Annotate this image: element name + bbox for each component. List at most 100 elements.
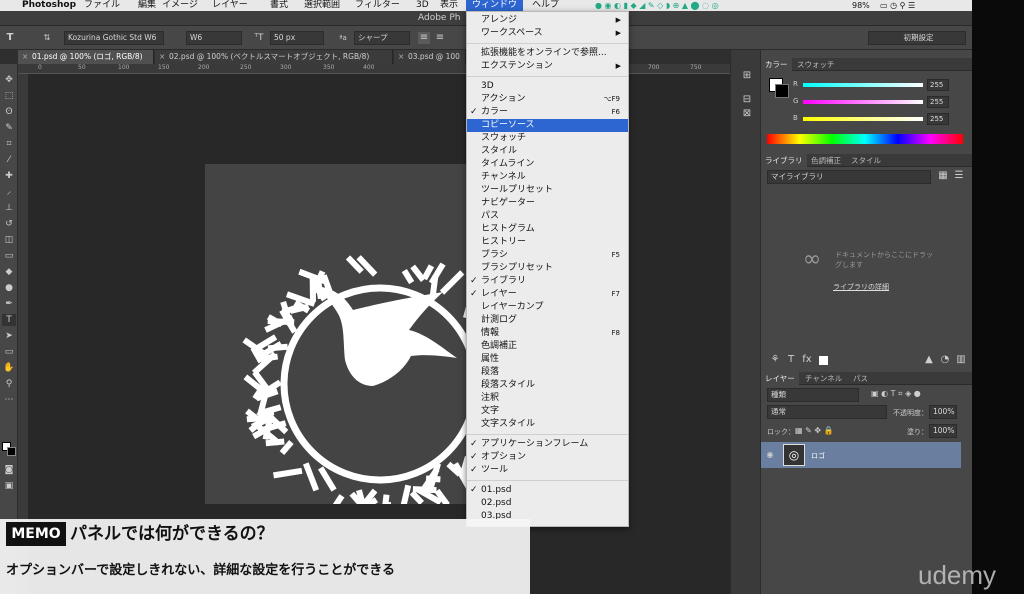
g-value[interactable]: 255 [927,96,949,108]
fill-value[interactable]: 100% [929,424,957,438]
screen-mode-icon[interactable]: ▣ [2,480,16,492]
tab-adjustments[interactable]: 色調補正 [807,154,845,167]
b-value[interactable]: 255 [927,113,949,125]
blur-tool-icon[interactable]: ◆ [2,266,16,278]
dodge-tool-icon[interactable]: ● [2,282,16,294]
background-color-swatch[interactable] [7,447,16,456]
window-menu-item[interactable]: 02.psd [467,497,628,510]
stamp-tool-icon[interactable]: ⊥ [2,202,16,214]
layer-filter-kind[interactable]: 種類 [767,388,859,402]
window-menu-item[interactable]: 注釈 [467,392,628,405]
tab-styles[interactable]: スタイル [847,154,885,167]
window-menu-item[interactable]: ✓ アプリケーションフレーム [467,438,628,451]
menu-app[interactable]: Photoshop [22,0,76,11]
window-menu-item[interactable]: チャンネル [467,171,628,184]
window-menu-item[interactable]: ヒストリー [467,236,628,249]
sync-icon[interactable]: ◔ [939,354,951,366]
rectangle-tool-icon[interactable]: ▭ [2,346,16,358]
close-icon[interactable]: × [159,50,165,64]
history-panel-icon[interactable]: ⊞ [740,70,754,82]
lock-icons[interactable]: ▦ ✎ ✥ 🔒 [795,425,851,437]
hand-tool-icon[interactable]: ✋ [2,362,16,374]
tab-layers[interactable]: レイヤー [761,372,799,385]
window-menu-item[interactable]: 色調補正 [467,340,628,353]
window-menu-item[interactable]: ✓ レイヤー F7 [467,288,628,301]
window-menu-item[interactable]: タイムライン [467,158,628,171]
color-bg-swatch[interactable] [775,84,789,98]
window-menu-item[interactable]: ✓ 01.psd [467,484,628,497]
menu-layer[interactable]: レイヤー [212,0,248,11]
tab-libraries[interactable]: ライブラリ [761,154,807,167]
tab-paths[interactable]: パス [849,372,872,385]
menu-view[interactable]: 表示 [440,0,458,11]
move-tool-icon[interactable]: ✥ [2,74,16,86]
window-menu-item[interactable]: ブラシ F5 [467,249,628,262]
window-menu-item[interactable]: パス [467,210,628,223]
r-slider[interactable] [803,83,923,87]
doc-tab-02[interactable]: × 02.psd @ 100% (ベクトルスマートオブジェクト, RGB/8) [155,50,393,64]
close-icon[interactable]: × [398,50,404,64]
menu-3d[interactable]: 3D [416,0,429,11]
window-menu-item[interactable]: スウォッチ [467,132,628,145]
library-details-link[interactable]: ライブラリの詳細 [833,282,889,292]
window-menu-item[interactable]: エクステンション ▶ [467,60,628,73]
path-select-tool-icon[interactable]: ➤ [2,330,16,342]
window-menu-item[interactable]: ナビゲーター [467,197,628,210]
menu-type[interactable]: 書式 [270,0,288,11]
menu-help[interactable]: ヘルプ [532,0,559,11]
window-menu-item[interactable]: 段落 [467,366,628,379]
doc-tab-03[interactable]: × 03.psd @ 100 [394,50,466,64]
layer-name[interactable]: ロゴ [811,451,825,461]
window-menu-item[interactable]: ワークスペース ▶ [467,27,628,40]
window-menu-item[interactable]: 文字スタイル [467,418,628,431]
font-family-select[interactable]: Kozurina Gothic Std W6 [64,31,164,45]
crop-tool-icon[interactable]: ⌗ [2,138,16,150]
window-menu-item[interactable]: ✓ カラー F6 [467,106,628,119]
color-spectrum[interactable] [767,134,963,144]
add-fx-icon[interactable]: fx [801,354,813,366]
tab-channels[interactable]: チャンネル [801,372,846,385]
window-menu-item[interactable]: ツールプリセット [467,184,628,197]
properties-panel-icon[interactable]: ⊟ [740,94,754,106]
window-menu-item[interactable]: ✓ オプション [467,451,628,464]
window-menu-item[interactable]: レイヤーカンプ [467,301,628,314]
font-style-select[interactable]: W6 [186,31,242,45]
window-menu-item[interactable]: スタイル [467,145,628,158]
add-color-icon[interactable] [819,356,828,365]
menu-select[interactable]: 選択範囲 [304,0,340,11]
lasso-tool-icon[interactable]: ʘ [2,106,16,118]
window-menu-item[interactable]: 文字 [467,405,628,418]
blend-mode-select[interactable]: 通常 [767,405,887,419]
history-brush-tool-icon[interactable]: ↺ [2,218,16,230]
window-menu-item[interactable]: アレンジ ▶ [467,14,628,27]
menu-image[interactable]: イメージ [162,0,198,11]
brush-tool-icon[interactable]: ⸝ [2,186,16,198]
toggle-orientation-icon[interactable]: ⇅ [40,32,54,44]
window-menu-item[interactable]: ✓ ライブラリ [467,275,628,288]
type-tool-icon[interactable]: T [4,32,16,44]
list-view-icon[interactable]: ☰ [953,170,965,182]
tab-color[interactable]: カラー [761,58,792,71]
adjustments-panel-icon[interactable]: ⊠ [740,108,754,120]
align-left-icon[interactable]: ≡ [418,32,430,44]
window-menu-item[interactable]: 段落スタイル [467,379,628,392]
window-menu-item[interactable]: 3D [467,80,628,93]
pen-tool-icon[interactable]: ✒ [2,298,16,310]
opacity-value[interactable]: 100% [929,405,957,419]
eye-icon[interactable]: ◉ [765,449,775,461]
grid-view-icon[interactable]: ▦ [937,170,949,182]
menu-file[interactable]: ファイル [84,0,120,11]
add-graphic-icon[interactable]: ⚘ [769,354,781,366]
window-menu-item[interactable]: 属性 [467,353,628,366]
antialias-select[interactable]: シャープ [354,31,410,45]
window-menu-item[interactable]: 拡張機能をオンラインで参照... [467,47,628,60]
type-tool-icon[interactable]: T [2,314,16,326]
eyedropper-tool-icon[interactable]: ⁄ [2,154,16,166]
doc-tab-01[interactable]: × 01.psd @ 100% (ロゴ, RGB/8) [18,50,154,64]
workspace-select[interactable]: 初期設定 [868,31,966,45]
b-slider[interactable] [803,117,923,121]
zoom-tool-icon[interactable]: ⚲ [2,378,16,390]
r-value[interactable]: 255 [927,79,949,91]
window-menu-item[interactable]: ✓ ツール [467,464,628,477]
menu-edit[interactable]: 編集 [138,0,156,11]
